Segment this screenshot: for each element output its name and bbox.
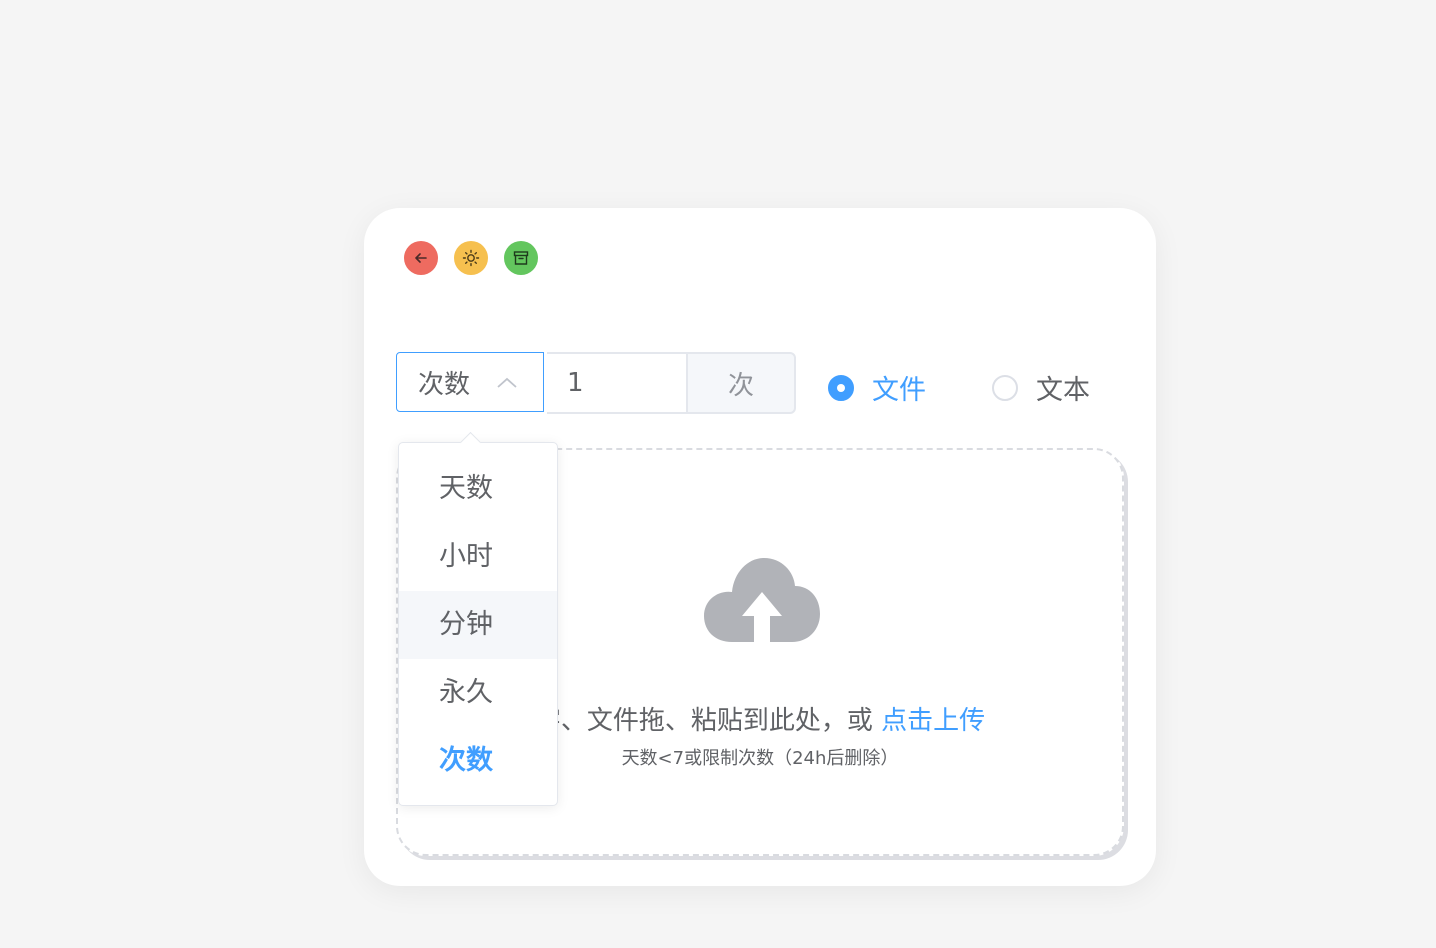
radio-text[interactable]: 文本 [992, 368, 1090, 407]
radio-text-label: 文本 [1036, 375, 1090, 406]
radio-file-label: 文件 [872, 375, 926, 406]
expiry-amount-value: 1 [567, 368, 584, 398]
expiry-amount-input[interactable]: 1 [547, 352, 687, 414]
archive-box-icon [513, 251, 529, 265]
theme-toggle-button[interactable] [454, 241, 488, 275]
sun-icon [462, 249, 480, 267]
chevron-up-icon [497, 377, 517, 388]
radio-indicator [828, 374, 854, 401]
option-minutes[interactable]: 分钟 [399, 591, 557, 659]
option-count[interactable]: 次数 [399, 727, 557, 795]
archive-button[interactable] [504, 241, 538, 275]
expiry-type-select[interactable]: 次数 [396, 352, 544, 412]
back-button[interactable] [404, 241, 438, 275]
upload-prompt-text: 字、文件拖、粘贴到此处，或 [534, 706, 873, 736]
back-arrow-icon [415, 253, 427, 263]
expiry-type-dropdown: 天数 小时 分钟 永久 次数 [398, 431, 558, 806]
option-days[interactable]: 天数 [399, 455, 557, 523]
radio-indicator [992, 374, 1018, 401]
cloud-upload-icon [704, 558, 820, 642]
option-forever[interactable]: 永久 [399, 659, 557, 727]
radio-file[interactable]: 文件 [828, 368, 926, 407]
expiry-type-value: 次数 [418, 369, 471, 400]
upload-link[interactable]: 点击上传 [881, 706, 985, 736]
option-hours[interactable]: 小时 [399, 523, 557, 591]
expiry-unit-label: 次 [686, 352, 796, 414]
window-controls [404, 241, 538, 275]
